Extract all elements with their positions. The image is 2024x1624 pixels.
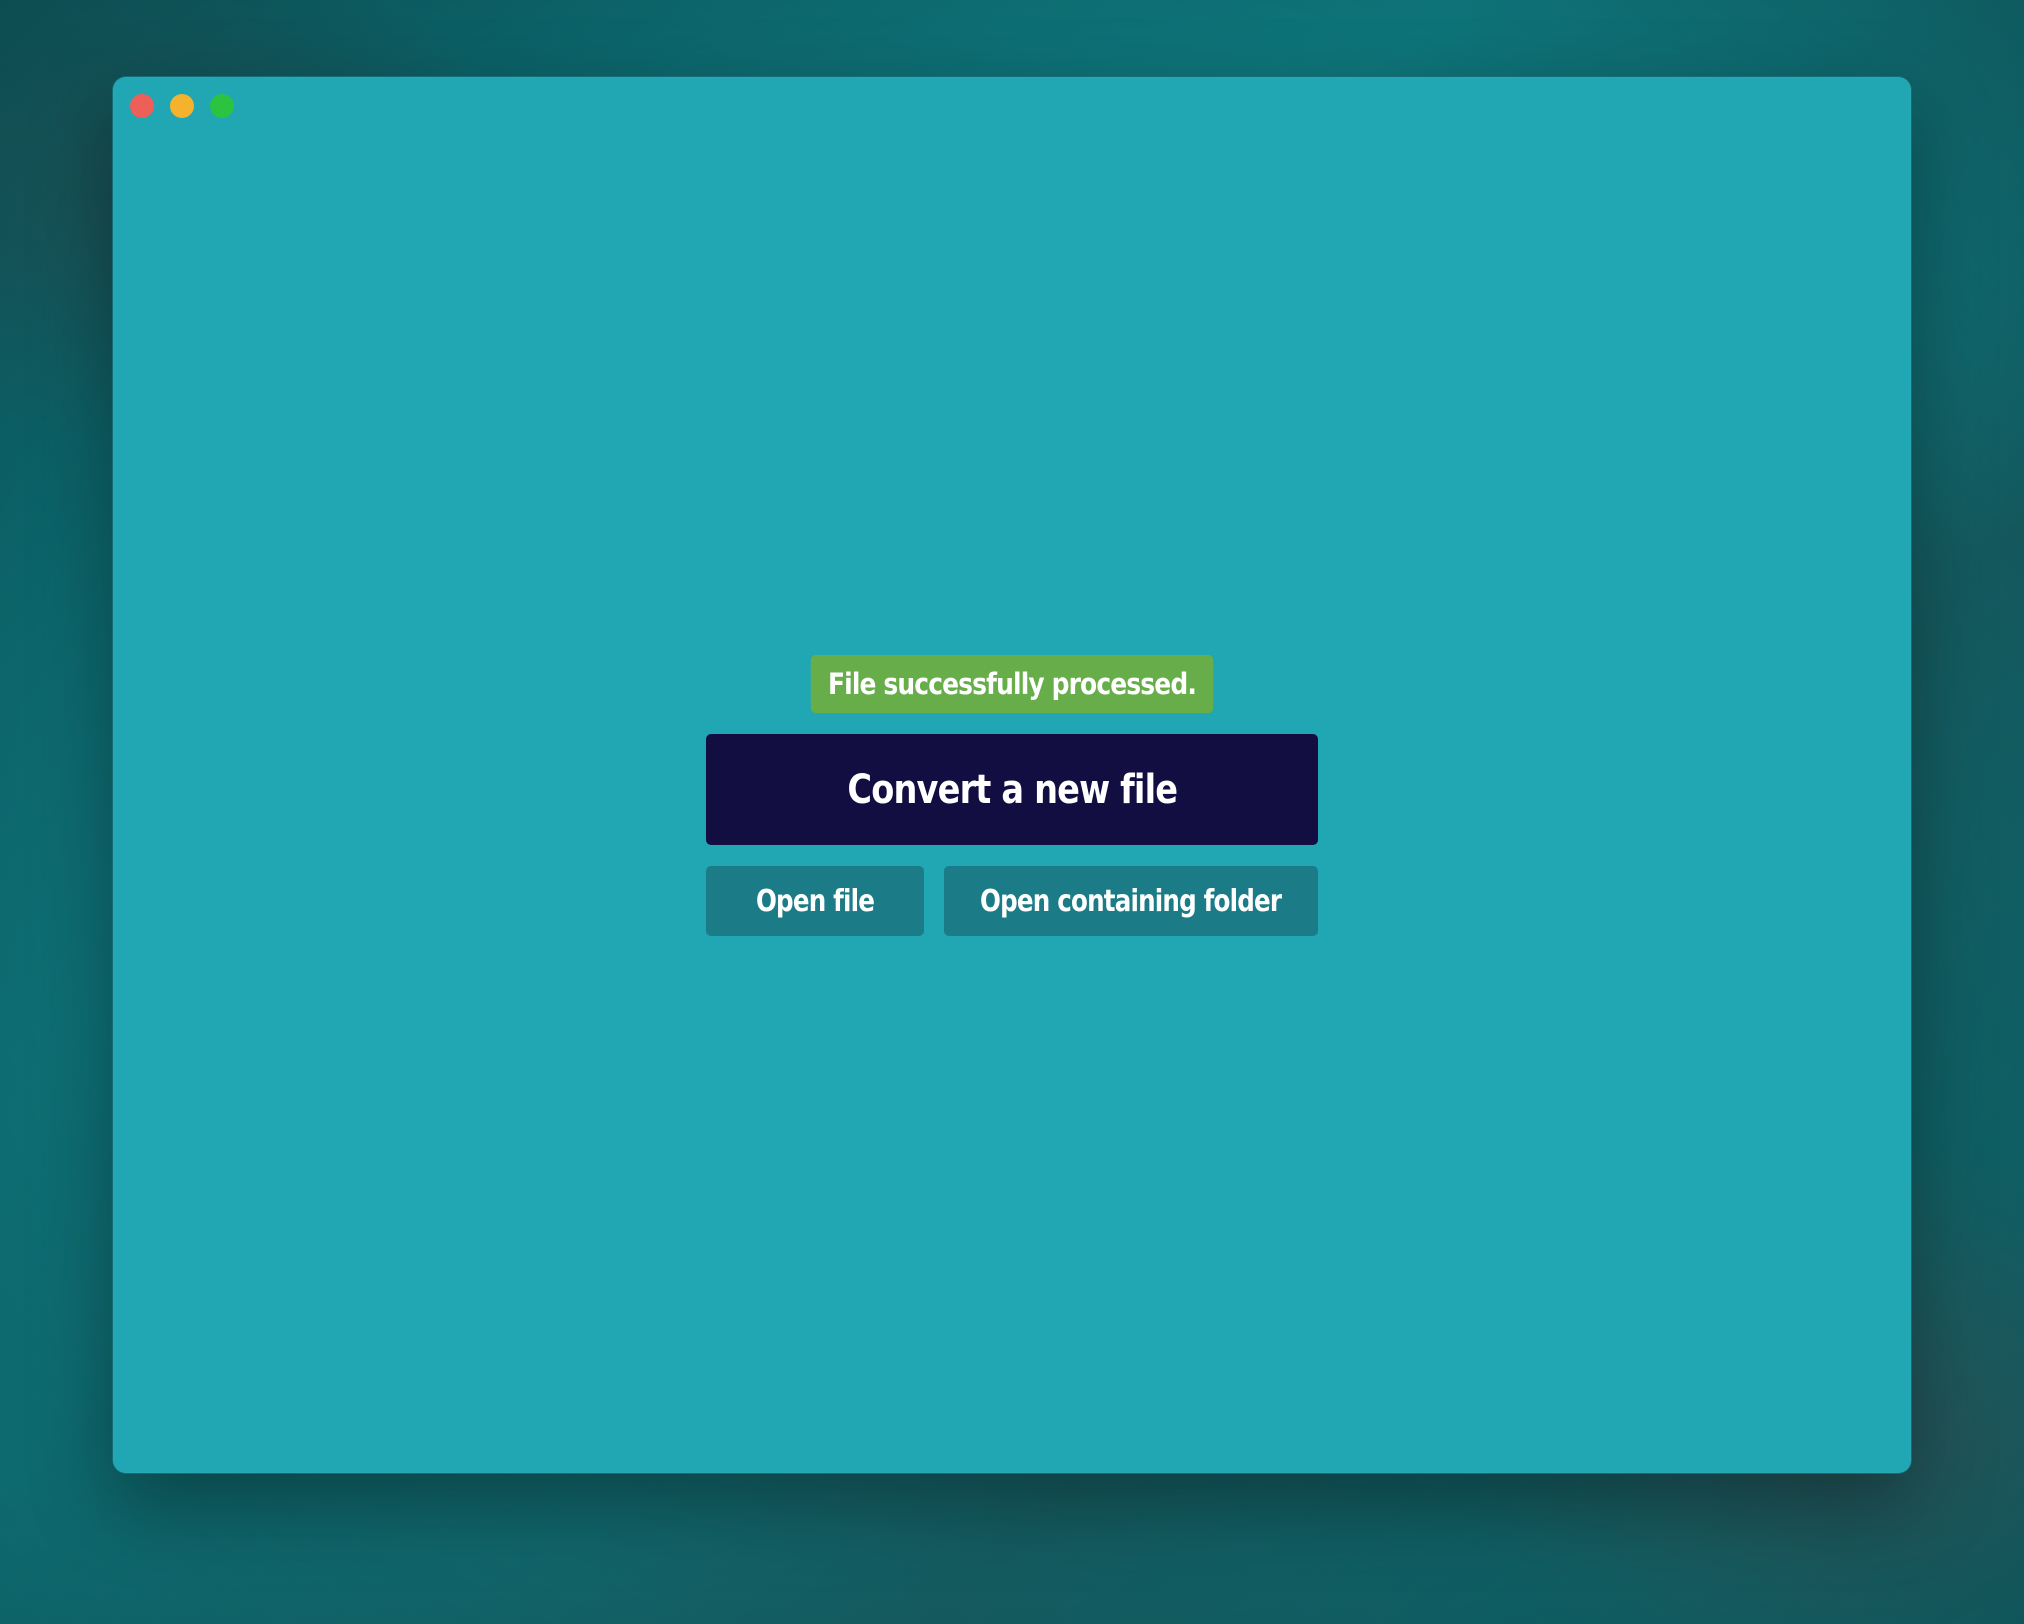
open-file-button[interactable]: Open file (706, 866, 924, 936)
window-controls (130, 94, 234, 118)
close-window-button[interactable] (130, 94, 154, 118)
open-file-label: Open file (755, 883, 875, 919)
open-containing-folder-button[interactable]: Open containing folder (944, 866, 1318, 936)
result-panel: File successfully processed. Convert a n… (706, 655, 1318, 936)
minimize-window-button[interactable] (170, 94, 194, 118)
convert-new-file-label: Convert a new file (847, 766, 1178, 813)
status-badge: File successfully processed. (810, 655, 1214, 713)
file-actions-row: Open file Open containing folder (706, 866, 1318, 936)
open-containing-folder-label: Open containing folder (980, 883, 1282, 919)
convert-new-file-button[interactable]: Convert a new file (706, 734, 1318, 845)
zoom-window-button[interactable] (210, 94, 234, 118)
app-window: File successfully processed. Convert a n… (112, 76, 1912, 1474)
